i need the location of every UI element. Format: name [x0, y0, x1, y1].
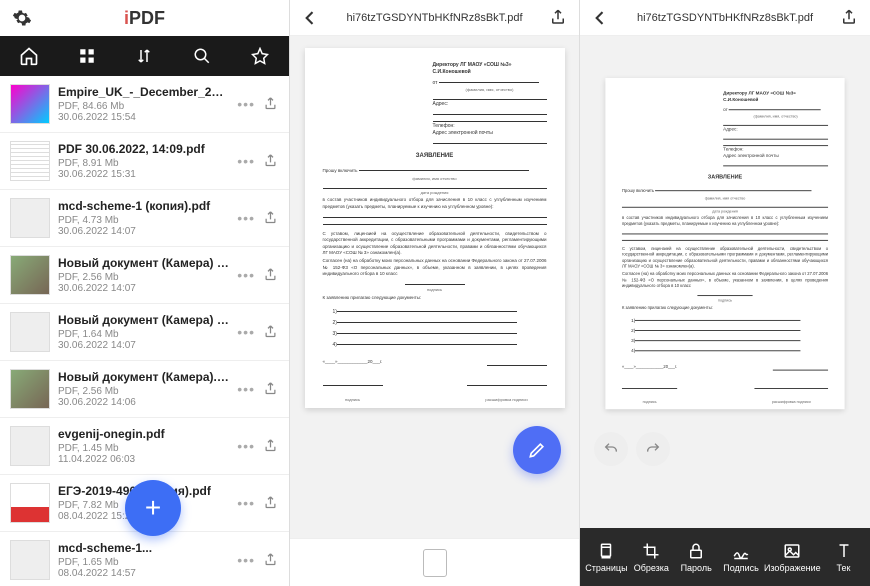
file-name: Новый документ (Камера).pdf	[58, 370, 229, 384]
sign-icon	[732, 542, 750, 560]
file-meta: PDF, 1.64 Mb30.06.2022 14:07	[58, 329, 229, 351]
sort-icon[interactable]	[132, 44, 156, 68]
image-icon	[783, 542, 801, 560]
tool-label: Пароль	[681, 563, 712, 573]
back-icon[interactable]	[590, 8, 610, 28]
pages-thumbnail-button[interactable]	[423, 549, 447, 577]
share-icon[interactable]	[263, 495, 279, 511]
more-icon[interactable]: •••	[237, 381, 255, 397]
share-icon[interactable]	[549, 8, 569, 28]
tool-crop[interactable]: Обрезка	[629, 542, 673, 573]
tool-label: Страницы	[585, 563, 627, 573]
share-icon[interactable]	[263, 381, 279, 397]
file-thumbnail	[10, 426, 50, 466]
tool-sign[interactable]: Подпись	[719, 542, 763, 573]
file-name: Empire_UK_-_December_2021.p...	[58, 85, 229, 99]
more-icon[interactable]: •••	[237, 324, 255, 340]
add-fab[interactable]: +	[125, 480, 181, 536]
search-icon[interactable]	[190, 44, 214, 68]
more-icon[interactable]: •••	[237, 552, 255, 568]
app-title: iPDF	[124, 8, 165, 29]
more-icon[interactable]: •••	[237, 153, 255, 169]
file-meta: PDF, 84.66 Mb30.06.2022 15:54	[58, 101, 229, 123]
settings-icon[interactable]	[12, 8, 32, 28]
more-icon[interactable]: •••	[237, 210, 255, 226]
text-icon	[835, 542, 853, 560]
file-name: mcd-scheme-1 (копия).pdf	[58, 199, 229, 213]
file-thumbnail	[10, 198, 50, 238]
file-name: Новый документ (Камера) (коп...(a)	[58, 313, 229, 327]
tool-text[interactable]: Тек	[822, 542, 866, 573]
file-name: evgenij-onegin.pdf	[58, 427, 229, 441]
share-icon[interactable]	[263, 210, 279, 226]
star-icon[interactable]	[248, 44, 272, 68]
tool-label: Тек	[837, 563, 851, 573]
crop-icon	[642, 542, 660, 560]
file-meta: PDF, 1.65 Mb08.04.2022 14:57	[58, 557, 229, 579]
share-icon[interactable]	[263, 153, 279, 169]
file-meta: PDF, 8.91 Mb30.06.2022 15:31	[58, 158, 229, 180]
share-icon[interactable]	[263, 552, 279, 568]
file-thumbnail	[10, 369, 50, 409]
tool-pages[interactable]: Страницы	[584, 542, 628, 573]
undo-button[interactable]	[594, 432, 628, 466]
edit-fab[interactable]	[513, 426, 561, 474]
file-row[interactable]: Новый документ (Камера).pdf PDF, 2.56 Mb…	[0, 361, 289, 418]
tool-label: Изображение	[764, 563, 821, 573]
file-thumbnail	[10, 483, 50, 523]
tool-lock[interactable]: Пароль	[674, 542, 718, 573]
tool-label: Обрезка	[634, 563, 669, 573]
redo-button[interactable]	[636, 432, 670, 466]
document-viewer[interactable]: Директору ЛГ МАОУ «СОШ №3» С.И.Коношевой…	[580, 36, 870, 528]
file-thumbnail	[10, 141, 50, 181]
file-name: Новый документ (Камера) (коп...	[58, 256, 229, 270]
viewer-filename: hi76tzTGSDYNTbHKfNRz8sBkT.pdf	[320, 12, 549, 24]
file-thumbnail	[10, 84, 50, 124]
file-row[interactable]: mcd-scheme-1 (копия).pdf PDF, 4.73 Mb30.…	[0, 190, 289, 247]
file-row[interactable]: evgenij-onegin.pdf PDF, 1.45 Mb11.04.202…	[0, 418, 289, 475]
file-thumbnail	[10, 312, 50, 352]
file-meta: PDF, 1.45 Mb11.04.2022 06:03	[58, 443, 229, 465]
file-thumbnail	[10, 540, 50, 580]
tool-image[interactable]: Изображение	[764, 542, 821, 573]
file-row[interactable]: PDF 30.06.2022, 14:09.pdf PDF, 8.91 Mb30…	[0, 133, 289, 190]
file-row[interactable]: Новый документ (Камера) (коп... PDF, 2.5…	[0, 247, 289, 304]
more-icon[interactable]: •••	[237, 267, 255, 283]
lock-icon	[687, 542, 705, 560]
share-icon[interactable]	[840, 8, 860, 28]
home-icon[interactable]	[17, 44, 41, 68]
share-icon[interactable]	[263, 438, 279, 454]
share-icon[interactable]	[263, 96, 279, 112]
grid-icon[interactable]	[75, 44, 99, 68]
file-thumbnail	[10, 255, 50, 295]
file-row[interactable]: Новый документ (Камера) (коп...(a) PDF, …	[0, 304, 289, 361]
file-row[interactable]: mcd-scheme-1... PDF, 1.65 Mb08.04.2022 1…	[0, 532, 289, 586]
tool-label: Подпись	[723, 563, 759, 573]
pages-icon	[597, 542, 615, 560]
more-icon[interactable]: •••	[237, 495, 255, 511]
file-name: PDF 30.06.2022, 14:09.pdf	[58, 142, 229, 156]
file-name: mcd-scheme-1...	[58, 541, 229, 555]
more-icon[interactable]: •••	[237, 438, 255, 454]
share-icon[interactable]	[263, 324, 279, 340]
file-meta: PDF, 2.56 Mb30.06.2022 14:07	[58, 272, 229, 294]
viewer-filename: hi76tzTGSDYNTbHKfNRz8sBkT.pdf	[610, 12, 840, 24]
edit-toolbar: Страницы Обрезка Пароль Подпись Изображение Т…	[580, 528, 870, 586]
document-viewer[interactable]: Директору ЛГ МАОУ «СОШ №3» С.И.Коношевой…	[290, 36, 579, 538]
more-icon[interactable]: •••	[237, 96, 255, 112]
file-meta: PDF, 4.73 Mb30.06.2022 14:07	[58, 215, 229, 237]
back-icon[interactable]	[300, 8, 320, 28]
share-icon[interactable]	[263, 267, 279, 283]
file-row[interactable]: Empire_UK_-_December_2021.p... PDF, 84.6…	[0, 76, 289, 133]
file-meta: PDF, 2.56 Mb30.06.2022 14:06	[58, 386, 229, 408]
